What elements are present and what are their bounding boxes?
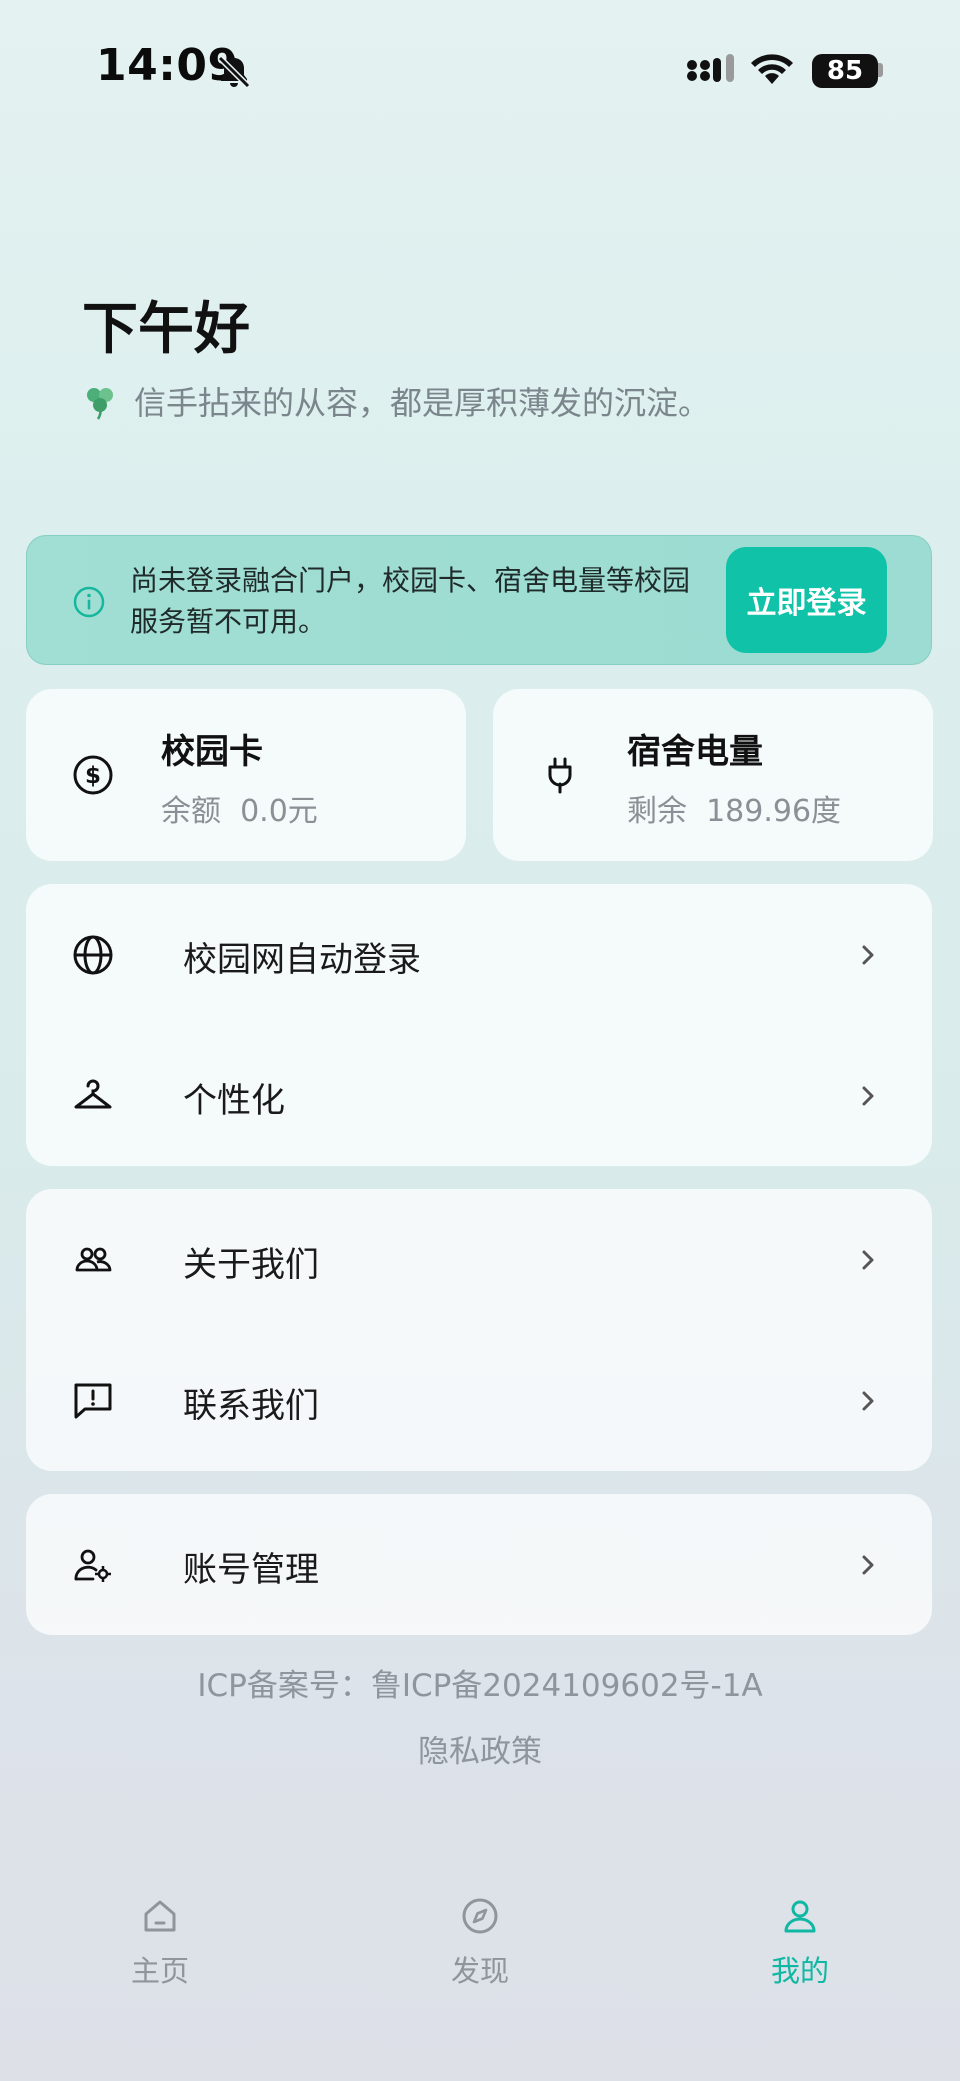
- bell-slash-icon: [217, 55, 251, 89]
- login-button[interactable]: 立即登录: [726, 547, 887, 653]
- menu-item-personalize[interactable]: [26, 1025, 932, 1166]
- tab-home[interactable]: 主页: [60, 1896, 260, 1990]
- menu-item-contact-us[interactable]: [26, 1330, 932, 1471]
- tab-home-label: 主页: [130, 1954, 189, 1988]
- dorm-electricity-value: 189.96度: [706, 794, 842, 829]
- menu-item-about-us[interactable]: [26, 1189, 932, 1330]
- dorm-electricity-title: 宿舍电量: [627, 732, 763, 772]
- chevron-right-icon: [862, 1086, 874, 1106]
- battery-cap: [878, 63, 883, 77]
- home-icon: [144, 1900, 176, 1932]
- tab-mine-label: 我的: [770, 1954, 829, 1988]
- chevron-right-icon: [862, 945, 874, 965]
- dorm-electricity-remaining: 剩余 189.96度: [627, 786, 841, 830]
- globe-icon: [73, 935, 113, 975]
- hanger-icon: [74, 1079, 112, 1109]
- menu-item-about-us-label: 关于我们: [183, 1245, 319, 1285]
- icp-record[interactable]: ICP备案号：鲁ICP备2024109602号-1A: [0, 1660, 960, 1705]
- message-alert-icon: [74, 1383, 112, 1419]
- wifi-icon: [751, 54, 793, 84]
- privacy-policy-link[interactable]: 隐私政策: [0, 1726, 960, 1771]
- battery-level: 85: [826, 56, 864, 86]
- cellular-signal-icon: [687, 54, 734, 82]
- user-icon: [784, 1900, 816, 1933]
- battery-icon: 85: [812, 54, 878, 88]
- menu-item-contact-us-label: 联系我们: [183, 1386, 319, 1426]
- clover-icon: [87, 388, 113, 420]
- campus-card-balance: 余额 0.0元: [161, 786, 318, 830]
- dorm-electricity-label: 剩余: [627, 794, 687, 829]
- tab-mine[interactable]: 我的: [700, 1896, 900, 1990]
- greeting-title: 下午好: [82, 297, 250, 362]
- dollar-circle-icon: $: [73, 755, 113, 795]
- info-icon: [73, 586, 105, 618]
- menu-item-campus-network[interactable]: [26, 884, 932, 1025]
- menu-item-campus-network-label: 校园网自动登录: [183, 940, 421, 980]
- menu-item-account-management-label: 账号管理: [183, 1550, 319, 1590]
- menu-item-account-management[interactable]: [26, 1494, 932, 1635]
- chevron-right-icon: [862, 1250, 874, 1270]
- tab-discover-label: 发现: [450, 1954, 509, 1988]
- greeting-subtitle-text: 信手拈来的从容，都是厚积薄发的沉淀。: [134, 384, 711, 422]
- tab-discover[interactable]: 发现: [380, 1896, 580, 1990]
- greeting-subtitle: 信手拈来的从容，都是厚积薄发的沉淀。: [80, 378, 710, 424]
- login-banner-message: 尚未登录融合门户，校园卡、宿舍电量等校园服务暂不可用。: [130, 564, 691, 638]
- users-icon: [75, 1247, 112, 1272]
- campus-card-title: 校园卡: [161, 732, 263, 772]
- chevron-right-icon: [862, 1391, 874, 1411]
- plug-icon: [548, 757, 572, 794]
- campus-card-balance-label: 余额: [161, 794, 221, 829]
- user-settings-icon: [74, 1549, 111, 1582]
- menu-item-personalize-label: 个性化: [183, 1081, 285, 1121]
- campus-card-balance-value: 0.0元: [240, 794, 318, 829]
- compass-icon: [462, 1898, 498, 1934]
- chevron-right-icon: [862, 1555, 874, 1575]
- svg-text:$: $: [85, 763, 101, 789]
